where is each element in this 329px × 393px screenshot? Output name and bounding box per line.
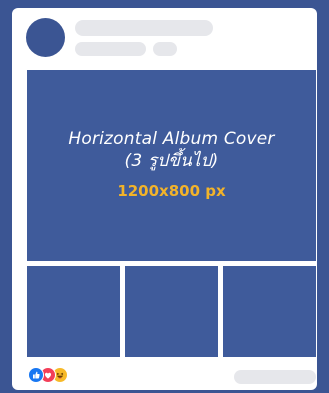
cover-title-line1: Horizontal Album Cover — [68, 129, 275, 149]
album-thumbnail[interactable] — [223, 266, 316, 357]
post-meta-placeholder — [75, 42, 146, 56]
avatar[interactable] — [26, 18, 65, 57]
album-thumbnail[interactable] — [125, 266, 218, 357]
comments-count-placeholder — [234, 370, 316, 384]
album-thumbnail[interactable] — [27, 266, 120, 357]
like-icon — [28, 367, 44, 383]
cover-title: Horizontal Album Cover (3 รูปขึ้นไป) — [27, 128, 316, 172]
cover-title-line2: (3 รูปขึ้นไป) — [124, 151, 219, 171]
cover-size-label: 1200x800 px — [117, 182, 226, 200]
album-cover-image[interactable]: Horizontal Album Cover (3 รูปขึ้นไป) 120… — [27, 70, 316, 261]
post-privacy-placeholder — [153, 42, 177, 56]
author-name-placeholder — [75, 20, 213, 36]
post-card: Horizontal Album Cover (3 รูปขึ้นไป) 120… — [12, 8, 317, 390]
